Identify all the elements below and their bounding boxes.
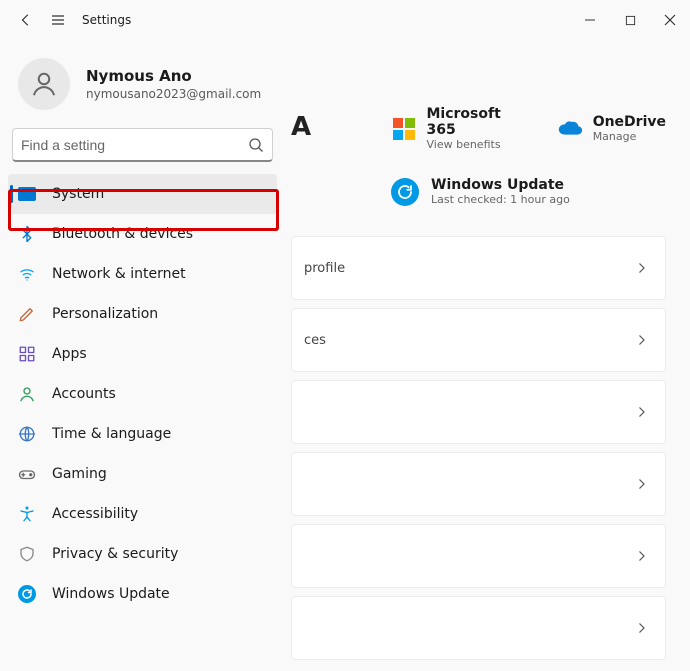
gaming-icon: [18, 465, 36, 483]
sidebar-item-label: Windows Update: [52, 586, 170, 602]
search-icon: [248, 137, 264, 153]
sidebar-item-network[interactable]: Network & internet: [8, 254, 277, 294]
close-button[interactable]: [650, 4, 690, 36]
system-icon: [18, 185, 36, 203]
sidebar-item-personalize[interactable]: Personalization: [8, 294, 277, 334]
card-label: ces: [304, 333, 326, 348]
windows-update-icon: [391, 178, 419, 206]
tile-windows-update[interactable]: Windows Update Last checked: 1 hour ago: [391, 177, 666, 206]
settings-card[interactable]: [291, 596, 666, 660]
bluetooth-icon: [18, 225, 36, 243]
nav-list: System Bluetooth & devices Network & int…: [0, 174, 285, 614]
window-title: Settings: [82, 13, 131, 27]
sidebar-item-privacy[interactable]: Privacy & security: [8, 534, 277, 574]
winupdate-title: Windows Update: [431, 177, 570, 193]
maximize-button[interactable]: [610, 4, 650, 36]
sidebar-item-apps[interactable]: Apps: [8, 334, 277, 374]
settings-card[interactable]: [291, 380, 666, 444]
network-icon: [18, 265, 36, 283]
apps-icon: [18, 345, 36, 363]
time-icon: [18, 425, 36, 443]
microsoft-logo-icon: [391, 116, 416, 142]
personalize-icon: [18, 305, 36, 323]
accounts-icon: [18, 385, 36, 403]
update-icon: [18, 585, 36, 603]
sidebar-item-label: Accessibility: [52, 506, 138, 522]
titlebar: Settings: [0, 0, 690, 40]
sidebar-item-label: Bluetooth & devices: [52, 226, 193, 242]
tile-onedrive-sub: Manage: [593, 130, 666, 143]
sidebar-item-time[interactable]: Time & language: [8, 414, 277, 454]
settings-card[interactable]: ces: [291, 308, 666, 372]
chevron-right-icon: [635, 547, 647, 566]
chevron-right-icon: [635, 331, 647, 350]
sidebar-item-bluetooth[interactable]: Bluetooth & devices: [8, 214, 277, 254]
sidebar-item-label: Network & internet: [52, 266, 186, 282]
avatar: [18, 58, 70, 110]
page-heading-fragment: A: [291, 112, 311, 142]
sidebar-item-label: System: [52, 186, 104, 202]
winupdate-sub: Last checked: 1 hour ago: [431, 193, 570, 206]
accessibility-icon: [18, 505, 36, 523]
main-content: Microsoft 365 View benefits OneDrive Man…: [285, 40, 690, 671]
chevron-right-icon: [635, 259, 647, 278]
sidebar-item-label: Apps: [52, 346, 87, 362]
chevron-right-icon: [635, 403, 647, 422]
sidebar-item-system[interactable]: System: [8, 174, 277, 214]
settings-card[interactable]: [291, 452, 666, 516]
profile-name: Nymous Ano: [86, 67, 261, 85]
hamburger-menu-icon[interactable]: [42, 4, 74, 36]
sidebar-item-label: Personalization: [52, 306, 158, 322]
back-button[interactable]: [10, 4, 42, 36]
tile-onedrive-title: OneDrive: [593, 114, 666, 130]
sidebar-item-label: Accounts: [52, 386, 116, 402]
profile-block[interactable]: Nymous Ano nymousano2023@gmail.com: [0, 50, 285, 128]
tile-onedrive[interactable]: OneDrive Manage: [557, 106, 666, 151]
minimize-button[interactable]: [570, 4, 610, 36]
sidebar-item-update[interactable]: Windows Update: [8, 574, 277, 614]
window-controls: [570, 4, 690, 36]
status-tiles: Microsoft 365 View benefits OneDrive Man…: [391, 106, 666, 151]
sidebar: Nymous Ano nymousano2023@gmail.com Syste…: [0, 40, 285, 671]
chevron-right-icon: [635, 619, 647, 638]
search-input[interactable]: [21, 137, 248, 153]
tile-m365-sub: View benefits: [426, 138, 532, 151]
profile-email: nymousano2023@gmail.com: [86, 87, 261, 101]
sidebar-item-label: Privacy & security: [52, 546, 178, 562]
tile-m365-title: Microsoft 365: [426, 106, 532, 138]
search-box[interactable]: [12, 128, 273, 162]
settings-cards: profile ces: [291, 236, 666, 660]
settings-card[interactable]: [291, 524, 666, 588]
sidebar-item-label: Time & language: [52, 426, 171, 442]
tile-microsoft365[interactable]: Microsoft 365 View benefits: [391, 106, 533, 151]
sidebar-item-gaming[interactable]: Gaming: [8, 454, 277, 494]
onedrive-icon: [557, 116, 583, 142]
chevron-right-icon: [635, 475, 647, 494]
card-label: profile: [304, 261, 345, 276]
privacy-icon: [18, 545, 36, 563]
sidebar-item-accounts[interactable]: Accounts: [8, 374, 277, 414]
sidebar-item-accessibility[interactable]: Accessibility: [8, 494, 277, 534]
settings-card[interactable]: profile: [291, 236, 666, 300]
sidebar-item-label: Gaming: [52, 466, 107, 482]
